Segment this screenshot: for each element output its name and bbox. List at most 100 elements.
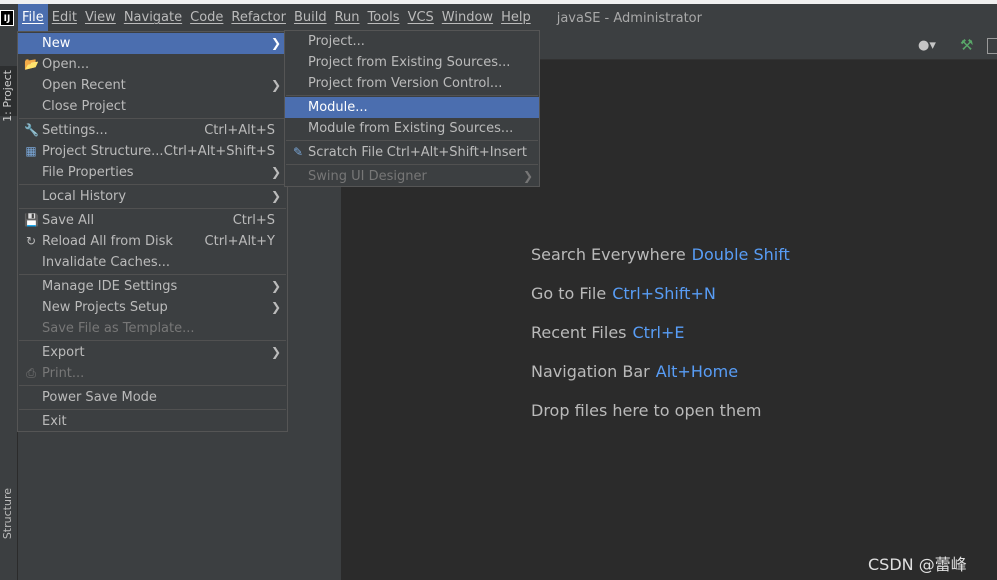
menu-view[interactable]: View: [81, 4, 120, 32]
user-dropdown-icon[interactable]: ●▾: [918, 38, 936, 53]
file-menu-dropdown: New ❯ 📂 Open... Open Recent ❯ Close Proj…: [17, 31, 288, 432]
menu-item-close-project[interactable]: Close Project: [18, 96, 287, 117]
menu-item-label: Project...: [308, 34, 365, 49]
menu-item-export[interactable]: Export ❯: [18, 342, 287, 363]
menu-item-exit[interactable]: Exit: [18, 411, 287, 432]
menu-item-label: Project from Version Control...: [308, 76, 503, 91]
new-item-project-version-control[interactable]: Project from Version Control...: [285, 73, 539, 94]
hint-shortcut: Ctrl+E: [632, 323, 685, 342]
project-tool-label[interactable]: 1: Project: [1, 70, 14, 122]
menu-item-shortcut: Ctrl+Alt+Shift+S: [163, 144, 275, 159]
menu-help[interactable]: Help: [497, 4, 535, 32]
hint-text: Recent Files: [531, 323, 627, 342]
menu-file[interactable]: File: [18, 4, 48, 32]
hint-go-to-file: Go to File Ctrl+Shift+N: [531, 284, 716, 303]
menu-run[interactable]: Run: [331, 4, 364, 32]
menu-item-power-save-mode[interactable]: Power Save Mode: [18, 387, 287, 408]
menu-item-label: Reload All from Disk: [42, 234, 173, 249]
build-hammer-icon[interactable]: ⚒: [960, 36, 973, 54]
submenu-arrow-icon: ❯: [270, 78, 281, 92]
menu-item-project-structure[interactable]: ▦ Project Structure... Ctrl+Alt+Shift+S: [18, 141, 287, 162]
structure-tool-label[interactable]: Structure: [1, 488, 14, 539]
menu-separator: [19, 274, 286, 275]
new-item-project-existing-sources[interactable]: Project from Existing Sources...: [285, 52, 539, 73]
menu-item-label: Save File as Template...: [42, 321, 195, 336]
submenu-arrow-icon: ❯: [270, 165, 281, 179]
menu-separator: [19, 184, 286, 185]
menu-item-label: Print...: [42, 366, 85, 381]
new-item-scratch-file[interactable]: ✎ Scratch File Ctrl+Alt+Shift+Insert: [285, 142, 539, 163]
menu-separator: [286, 164, 538, 165]
menu-item-new-projects-setup[interactable]: New Projects Setup ❯: [18, 297, 287, 318]
menu-edit[interactable]: Edit: [48, 4, 81, 32]
hint-shortcut: Double Shift: [691, 245, 790, 264]
menu-separator: [19, 340, 286, 341]
menu-item-file-properties[interactable]: File Properties ❯: [18, 162, 287, 183]
menu-item-label: Module...: [308, 100, 368, 115]
menu-item-settings[interactable]: 🔧 Settings... Ctrl+Alt+S: [18, 120, 287, 141]
menu-refactor[interactable]: Refactor: [227, 4, 290, 32]
menu-item-label: Scratch File: [308, 145, 384, 160]
new-submenu-dropdown: Project... Project from Existing Sources…: [284, 30, 540, 187]
menu-code[interactable]: Code: [186, 4, 227, 32]
hint-text: Search Everywhere: [531, 245, 686, 264]
menu-navigate[interactable]: Navigate: [120, 4, 186, 32]
menu-item-label: Local History: [42, 189, 127, 204]
hint-text: Go to File: [531, 284, 607, 303]
menu-separator: [19, 409, 286, 410]
save-icon: 💾: [24, 213, 39, 227]
menu-build[interactable]: Build: [290, 4, 331, 32]
submenu-arrow-icon: ❯: [270, 36, 281, 50]
menu-item-invalidate-caches[interactable]: Invalidate Caches...: [18, 252, 287, 273]
menu-item-reload-all[interactable]: ↻ Reload All from Disk Ctrl+Alt+Y: [18, 231, 287, 252]
menu-item-label: Invalidate Caches...: [42, 255, 171, 270]
menu-item-new[interactable]: New ❯: [18, 33, 287, 54]
window-box-icon[interactable]: [987, 38, 997, 54]
menu-separator: [19, 385, 286, 386]
new-item-swing-ui-designer: Swing UI Designer ❯: [285, 166, 539, 187]
menu-item-local-history[interactable]: Local History ❯: [18, 186, 287, 207]
menu-item-save-all[interactable]: 💾 Save All Ctrl+S: [18, 210, 287, 231]
menu-window[interactable]: Window: [438, 4, 497, 32]
menu-item-manage-ide-settings[interactable]: Manage IDE Settings ❯: [18, 276, 287, 297]
hint-search-everywhere: Search Everywhere Double Shift: [531, 245, 790, 264]
submenu-arrow-icon: ❯: [270, 300, 281, 314]
menu-item-shortcut: Ctrl+Alt+Y: [204, 234, 275, 249]
folder-icon: 📂: [24, 57, 39, 71]
menu-item-label: Swing UI Designer: [308, 169, 427, 184]
menu-vcs[interactable]: VCS: [404, 4, 438, 32]
menu-item-label: Close Project: [42, 99, 127, 114]
hint-drop-files: Drop files here to open them: [531, 401, 762, 420]
menu-item-label: Project Structure...: [42, 144, 164, 159]
submenu-arrow-icon: ❯: [270, 189, 281, 203]
hint-recent-files: Recent Files Ctrl+E: [531, 323, 684, 342]
new-item-project[interactable]: Project...: [285, 31, 539, 52]
menu-item-print: ⎙ Print...: [18, 363, 287, 384]
menu-item-save-file-as-template: Save File as Template...: [18, 318, 287, 339]
menu-item-shortcut: Ctrl+Alt+S: [204, 123, 275, 138]
menu-item-shortcut: Ctrl+Alt+Shift+Insert: [386, 145, 527, 160]
menu-item-label: Open...: [42, 57, 90, 72]
hint-text: Navigation Bar: [531, 362, 650, 381]
menu-tools[interactable]: Tools: [364, 4, 404, 32]
menu-item-label: Project from Existing Sources...: [308, 55, 511, 70]
menu-item-label: Settings...: [42, 123, 108, 138]
main-menu: File Edit View Navigate Code Refactor Bu…: [18, 4, 535, 32]
menu-item-open-recent[interactable]: Open Recent ❯: [18, 75, 287, 96]
menu-item-label: New: [42, 36, 71, 51]
menu-separator: [19, 208, 286, 209]
menu-item-shortcut: Ctrl+S: [232, 213, 275, 228]
menu-item-label: Power Save Mode: [42, 390, 157, 405]
menu-item-label: Open Recent: [42, 78, 126, 93]
menu-separator: [286, 95, 538, 96]
submenu-arrow-icon: ❯: [270, 279, 281, 293]
menu-item-open[interactable]: 📂 Open...: [18, 54, 287, 75]
new-item-module-existing-sources[interactable]: Module from Existing Sources...: [285, 118, 539, 139]
menu-item-label: New Projects Setup: [42, 300, 168, 315]
menu-item-label: Manage IDE Settings: [42, 279, 178, 294]
menu-bar: IJ File Edit View Navigate Code Refactor…: [0, 4, 997, 32]
watermark: CSDN @蕾峰: [868, 555, 967, 574]
hint-text: Drop files here to open them: [531, 401, 762, 420]
new-item-module[interactable]: Module...: [285, 97, 539, 118]
project-structure-icon: ▦: [25, 144, 37, 158]
